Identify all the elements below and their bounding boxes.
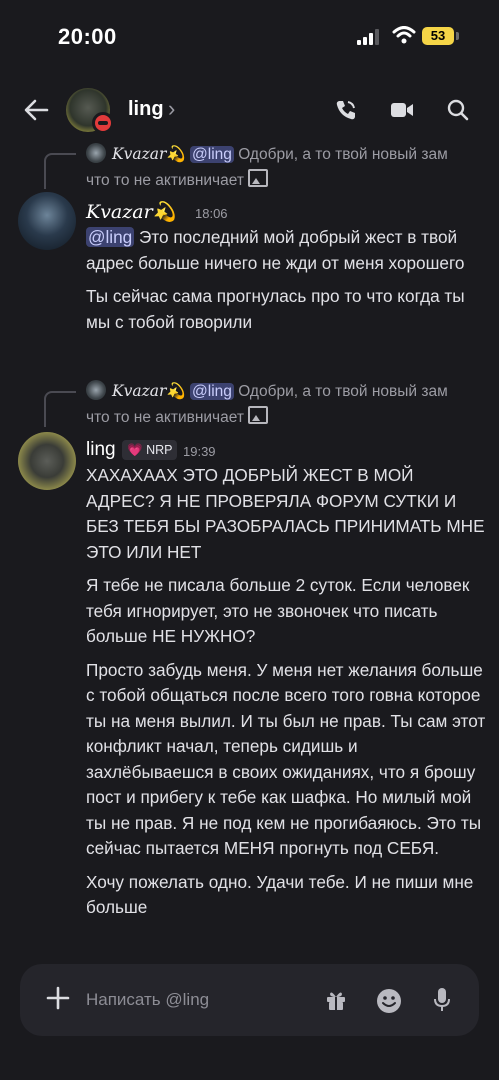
reply-connector	[44, 391, 76, 427]
header-title[interactable]: ling	[128, 98, 164, 121]
reply-avatar	[86, 380, 106, 400]
video-icon[interactable]	[390, 100, 414, 120]
reply-mention[interactable]: @ling	[190, 146, 234, 163]
image-icon	[247, 169, 268, 187]
message-paragraph: ХАХАХААХ ЭТО ДОБРЫЙ ЖЕСТ В МОЙ АДРЕС? Я …	[86, 465, 485, 562]
search-icon[interactable]	[446, 98, 470, 122]
reply-author: 𝐾𝑣𝑎𝑧𝑎𝑟💫	[112, 382, 186, 400]
reply-text: Одобри, а то твой новый зам	[233, 146, 448, 163]
signal-icon	[357, 29, 379, 45]
role-badge[interactable]: 💗 NRP	[122, 440, 178, 460]
mic-icon[interactable]	[432, 987, 452, 1013]
reply-author: 𝐾𝑣𝑎𝑧𝑎𝑟💫	[112, 145, 186, 163]
reply-preview[interactable]: 𝐾𝑣𝑎𝑧𝑎𝑟💫 @ling Одобри, а то твой новый за…	[86, 141, 486, 194]
reply-text-cont: что то не активничает	[86, 409, 244, 426]
battery-indicator: 53	[422, 27, 454, 45]
emoji-icon[interactable]	[376, 988, 402, 1014]
message-body: @ling Это последний мой добрый жест в тв…	[86, 225, 486, 343]
back-arrow-icon[interactable]	[22, 96, 50, 124]
message-author[interactable]: ling	[86, 439, 116, 461]
reply-mention[interactable]: @ling	[190, 383, 234, 400]
reply-connector	[44, 153, 76, 189]
avatar[interactable]	[18, 432, 76, 490]
dnd-status-icon	[92, 112, 114, 134]
chat-header: ling ›	[0, 82, 499, 138]
message-timestamp: 18:06	[195, 206, 228, 221]
header-avatar[interactable]	[66, 88, 114, 134]
mention[interactable]: @ling	[86, 227, 135, 247]
wifi-icon	[392, 26, 416, 44]
message-timestamp: 19:39	[183, 444, 216, 459]
reply-text: Одобри, а то твой новый зам	[233, 383, 448, 400]
battery-tip	[456, 32, 459, 40]
message-paragraph: @ling Это последний мой добрый жест в тв…	[86, 227, 465, 273]
reply-avatar	[86, 143, 106, 163]
avatar[interactable]	[18, 192, 76, 250]
chevron-right-icon[interactable]: ›	[168, 96, 175, 122]
message-author[interactable]: 𝐾𝑣𝑎𝑧𝑎𝑟💫	[86, 200, 176, 223]
plus-icon[interactable]	[46, 986, 70, 1010]
image-icon	[247, 406, 268, 424]
reply-text-cont: что то не активничает	[86, 172, 244, 189]
message-paragraph: Ты сейчас сама прогнулась про то что ког…	[86, 286, 465, 332]
reply-preview[interactable]: 𝐾𝑣𝑎𝑧𝑎𝑟💫 @ling Одобри, а то твой новый за…	[86, 378, 486, 431]
heart-icon: 💗	[127, 443, 143, 457]
gift-icon[interactable]	[324, 988, 348, 1012]
status-time: 20:00	[58, 24, 117, 49]
message-body: ХАХАХААХ ЭТО ДОБРЫЙ ЖЕСТ В МОЙ АДРЕС? Я …	[86, 463, 486, 929]
message-paragraph: Я тебе не писала больше 2 суток. Если че…	[86, 575, 470, 646]
phone-icon[interactable]	[334, 98, 358, 122]
message-input[interactable]: Написать @ling	[86, 990, 209, 1010]
message-paragraph: Просто забудь меня. У меня нет желания б…	[86, 659, 486, 859]
message-composer[interactable]: Написать @ling	[20, 964, 479, 1036]
status-bar: 20:00 53	[0, 0, 499, 72]
message-paragraph: Хочу пожелать одно. Удачи тебе. И не пиш…	[86, 871, 474, 918]
